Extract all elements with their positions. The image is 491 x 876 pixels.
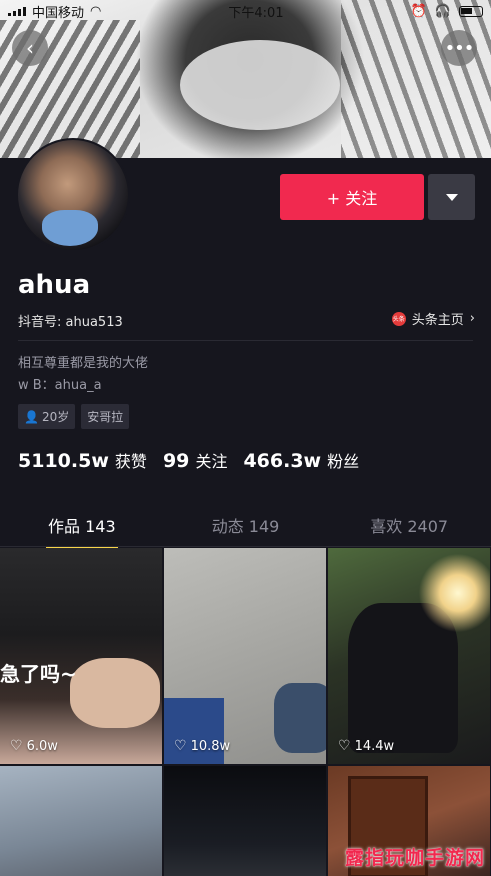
back-button[interactable]: ‹ — [12, 30, 48, 66]
banner-art-face — [180, 40, 340, 130]
battery-icon — [459, 5, 483, 17]
heart-icon: ♡ — [338, 738, 351, 754]
likes-stat: 5110.5w 获赞 — [18, 450, 147, 472]
caret-down-icon — [445, 193, 458, 201]
profile-tags: 👤 20岁 安哥拉 — [18, 404, 130, 429]
video-thumbnail[interactable]: ♡ 10.8w — [164, 548, 326, 764]
recommend-dropdown-button[interactable] — [428, 174, 475, 220]
heart-icon: ♡ — [10, 738, 23, 754]
wifi-icon: ◠ — [90, 3, 102, 19]
video-likes: ♡ 14.4w — [338, 738, 395, 754]
age-tag: 👤 20岁 — [18, 404, 76, 429]
video-likes: ♡ 6.0w — [10, 738, 58, 754]
headphones-icon: 🎧 — [434, 3, 451, 19]
video-caption: 急了吗~ — [0, 662, 77, 686]
chevron-right-icon: › — [469, 311, 475, 326]
video-likes: ♡ 10.8w — [174, 738, 231, 754]
follow-button[interactable]: + 关注 — [280, 174, 424, 220]
ellipsis-icon: ••• — [444, 37, 475, 59]
username: ahua — [18, 270, 91, 300]
person-icon: 👤 — [24, 409, 39, 424]
tab-dynamics[interactable]: 动态 149 — [164, 505, 328, 547]
douyin-id: 抖音号: ahua513 — [18, 315, 123, 330]
alarm-icon: ⏰ — [410, 3, 427, 19]
tab-works[interactable]: 作品 143 — [0, 505, 164, 547]
video-grid: 急了吗~ ♡ 6.0w ♡ 10.8w ♡ 14.4w — [0, 548, 491, 876]
video-thumbnail[interactable]: 急了吗~ ♡ 6.0w — [0, 548, 162, 764]
chevron-left-icon: ‹ — [26, 36, 34, 60]
clock: 下午4:01 — [228, 5, 284, 21]
tab-divider — [0, 546, 491, 547]
avatar[interactable] — [16, 138, 130, 252]
followers-stat[interactable]: 466.3w 粉丝 — [243, 448, 359, 472]
video-thumbnail[interactable] — [164, 766, 326, 876]
toutiao-label: 头条主页 — [411, 313, 464, 328]
profile-banner — [0, 0, 491, 158]
signal-icon — [8, 6, 26, 16]
bio-line: w B：ahua_a — [18, 378, 102, 393]
site-watermark: 露指玩咖手游网 — [344, 847, 485, 869]
following-stat[interactable]: 99 关注 — [163, 448, 228, 472]
tab-likes[interactable]: 喜欢 2407 — [327, 505, 491, 547]
location-tag: 安哥拉 — [81, 404, 130, 429]
toutiao-homepage-link[interactable]: 头条 头条主页 › — [391, 309, 475, 328]
toutiao-icon: 头条 — [391, 311, 406, 326]
content-tabs: 作品 143 动态 149 喜欢 2407 — [0, 505, 491, 547]
bio-line: 相互尊重都是我的大佬 — [18, 356, 149, 371]
profile-stats: 5110.5w 获赞 99 关注 466.3w 粉丝 — [18, 448, 359, 472]
video-thumbnail[interactable]: ♡ 14.4w — [328, 548, 490, 764]
carrier-name: 中国移动 — [32, 5, 85, 21]
divider — [18, 340, 473, 341]
more-button[interactable]: ••• — [441, 30, 477, 66]
status-bar: 中国移动 ◠ 下午4:01 ⏰ 🎧 — [0, 0, 491, 22]
video-thumbnail[interactable] — [0, 766, 162, 876]
banner-art-right — [341, 0, 491, 158]
heart-icon: ♡ — [174, 738, 187, 754]
